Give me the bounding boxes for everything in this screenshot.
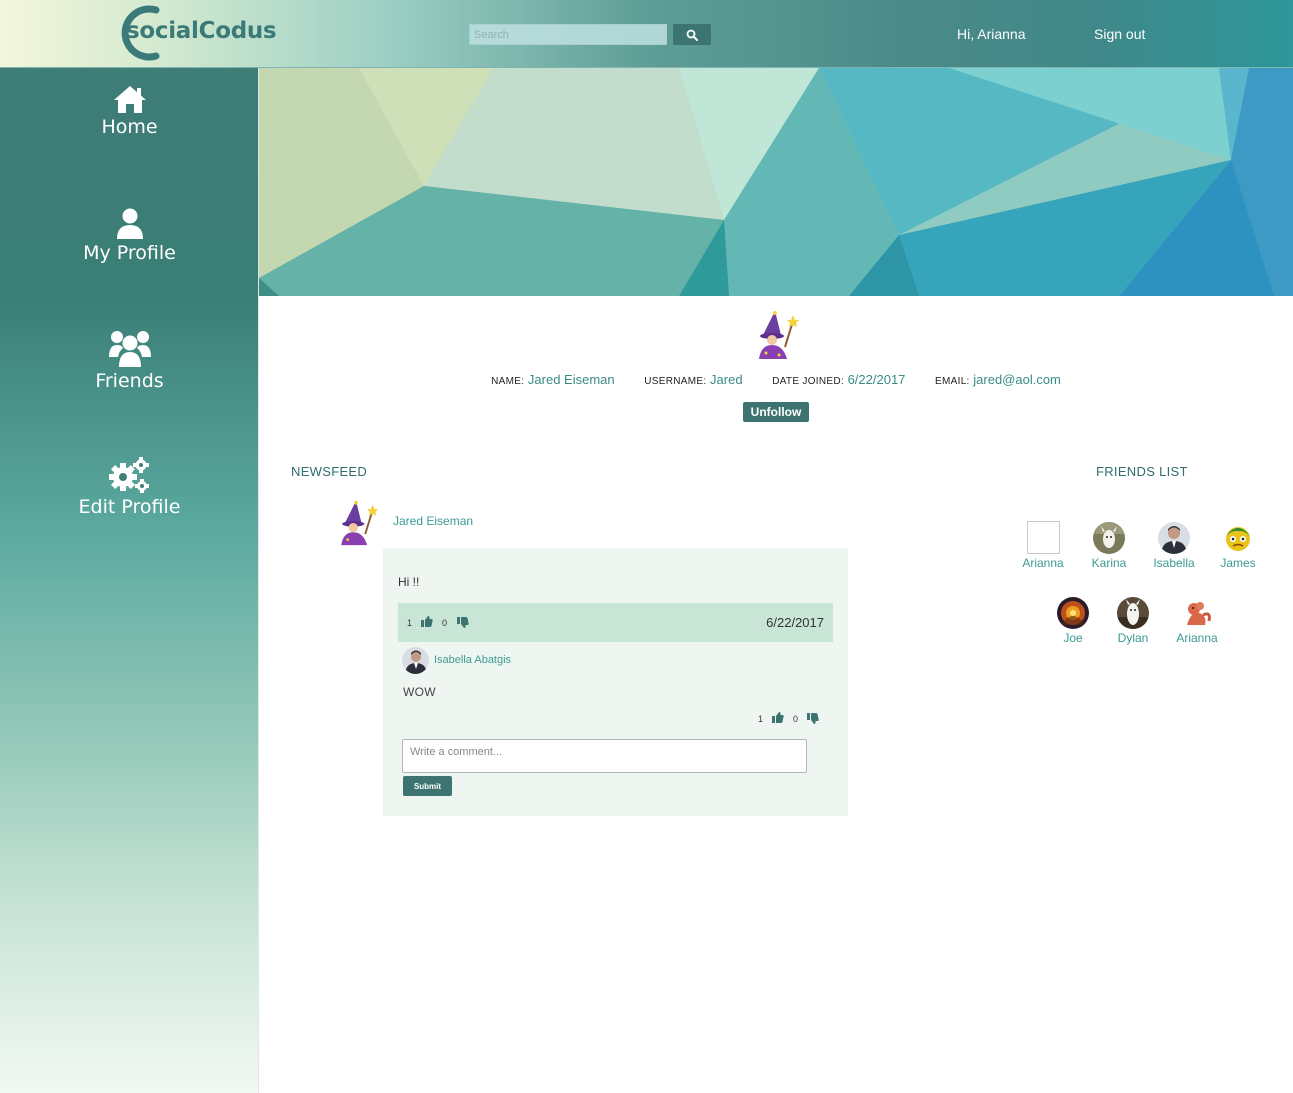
username-label: Username: [644, 376, 707, 387]
profile-avatar [759, 311, 799, 359]
name-label: Name: [491, 376, 525, 387]
profile-email: Email: jared@aol.com [935, 372, 1061, 387]
top-header: socialCodus Hi, Arianna Sign out [0, 0, 1293, 68]
thumbs-up-icon[interactable] [421, 616, 433, 627]
post-author-avatar[interactable] [332, 498, 380, 548]
friend-name: Karina [1091, 556, 1127, 570]
friend-item[interactable]: Joe [1043, 597, 1103, 645]
friend-name: Arianna [1022, 556, 1064, 570]
date-joined-value: 6/22/2017 [847, 372, 906, 387]
sidebar-item-label: Friends [95, 370, 164, 392]
post-card: Hi !! 1 0 6/22/2017 Isabella Abatgis WOW… [383, 548, 848, 816]
friend-name: Joe [1063, 631, 1083, 645]
post-author-link[interactable]: Jared Eiseman [393, 514, 473, 528]
thumbs-down-icon[interactable] [457, 617, 469, 628]
logo-text[interactable]: socialCodus [126, 18, 277, 44]
friend-avatar [1181, 597, 1213, 629]
email-value: jared@aol.com [973, 372, 1061, 387]
friend-avatar [1117, 597, 1149, 629]
unfollow-button[interactable]: Unfollow [743, 402, 809, 422]
friend-name: Dylan [1117, 631, 1149, 645]
sidebar-item-my-profile[interactable]: My Profile [0, 208, 259, 288]
friend-avatar [1093, 522, 1125, 554]
friend-avatar [1057, 597, 1089, 629]
profile-username: Username: Jared [644, 372, 742, 387]
comment-author-link[interactable]: Isabella Abatgis [434, 654, 511, 666]
email-label: Email: [935, 376, 970, 387]
name-value: Jared Eiseman [527, 372, 615, 387]
sidebar-item-home[interactable]: Home [0, 84, 259, 164]
like-count: 1 [407, 618, 413, 628]
sidebar-item-label: My Profile [83, 242, 176, 264]
comment-dislike-count: 0 [793, 714, 799, 724]
friend-item[interactable]: Dylan [1103, 597, 1163, 645]
dislike-count: 0 [442, 618, 448, 628]
username-value: Jared [710, 372, 743, 387]
comment-text: WOW [403, 685, 436, 699]
date-joined-label: Date Joined: [772, 376, 844, 387]
friend-avatar [1158, 522, 1190, 554]
post-text: Hi !! [398, 575, 420, 589]
newsfeed-title: NEWSFEED [291, 464, 368, 479]
sidebar-item-friends[interactable]: Friends [0, 330, 259, 410]
profile-name: Name: Jared Eiseman [491, 372, 615, 387]
search-input[interactable] [469, 24, 667, 45]
comment-like-count: 1 [758, 714, 764, 724]
friend-item[interactable]: Arianna [1167, 597, 1227, 645]
user-icon [116, 208, 143, 239]
sidebar-item-label: Edit Profile [78, 496, 181, 518]
profile-banner [259, 68, 1293, 296]
friend-item[interactable]: Isabella [1144, 522, 1204, 570]
friend-avatar [1222, 522, 1254, 554]
comment-input[interactable] [402, 739, 807, 773]
profile-info: Name: Jared Eiseman Username: Jared Date… [259, 372, 1293, 387]
signout-link[interactable]: Sign out [1094, 26, 1145, 42]
friend-name: Arianna [1176, 631, 1218, 645]
search-icon [686, 29, 698, 41]
sidebar-item-label: Home [101, 116, 158, 138]
friend-name: Isabella [1153, 556, 1195, 570]
submit-comment-button[interactable]: Submit [403, 776, 452, 796]
sidebar: Home My Profile Friends Edit Profile [0, 68, 259, 1093]
profile-date-joined: Date Joined: 6/22/2017 [772, 372, 905, 387]
comment-author-avatar[interactable] [402, 647, 429, 674]
friend-item[interactable]: James [1208, 522, 1268, 570]
friend-item[interactable]: Arianna [1013, 521, 1073, 570]
home-icon [113, 86, 146, 113]
post-reactions-bar: 1 0 6/22/2017 [398, 603, 833, 642]
broken-image-icon [1026, 521, 1060, 554]
user-greeting: Hi, Arianna [957, 26, 1026, 42]
search-button[interactable] [673, 24, 711, 45]
friend-name: James [1220, 556, 1256, 570]
sidebar-item-edit-profile[interactable]: Edit Profile [0, 456, 259, 536]
friends-list-title: FRIENDS LIST [1096, 464, 1188, 479]
friend-item[interactable]: Karina [1079, 522, 1139, 570]
thumbs-down-icon[interactable] [807, 713, 819, 724]
thumbs-up-icon[interactable] [772, 712, 784, 723]
users-icon [108, 331, 151, 367]
post-date: 6/22/2017 [766, 615, 824, 630]
gears-icon [108, 457, 149, 493]
